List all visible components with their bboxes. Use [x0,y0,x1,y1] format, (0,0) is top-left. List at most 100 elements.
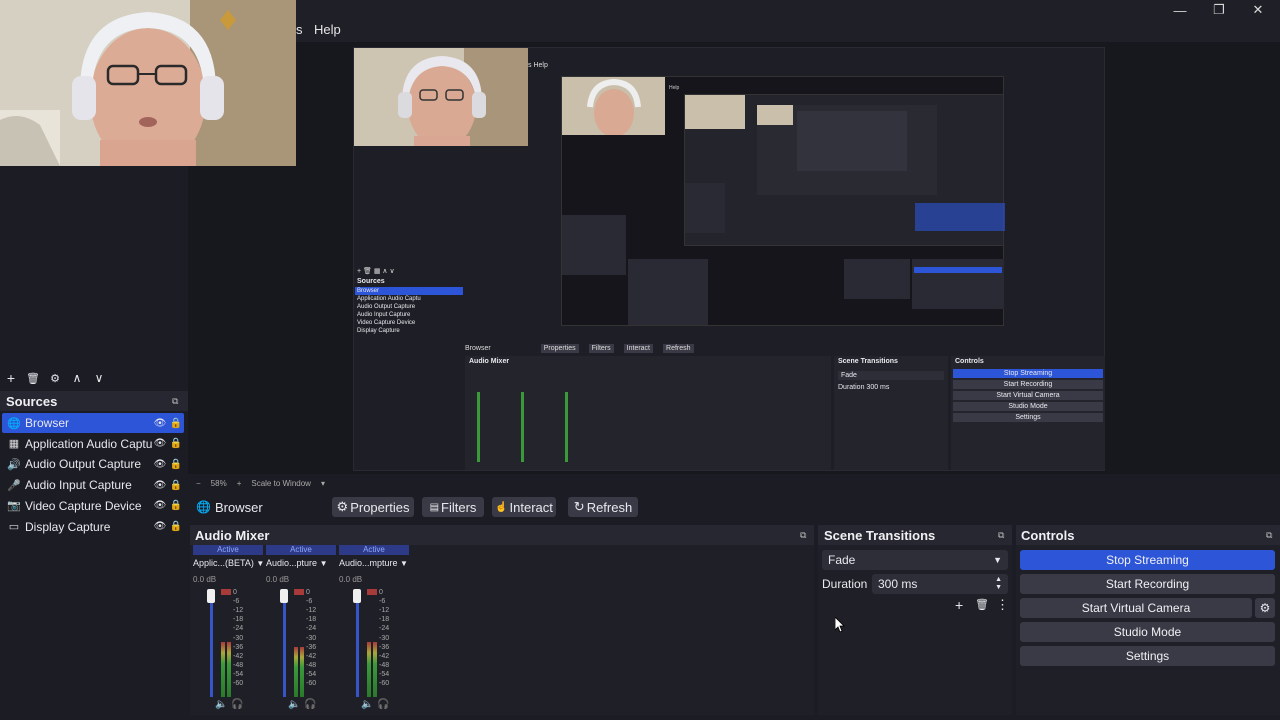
move-source-down-button[interactable]: ∨ [88,371,110,385]
lock-icon[interactable]: 🔒 [168,521,184,532]
move-source-up-button[interactable]: ∧ [66,371,88,385]
remove-source-button[interactable]: 🗑 [22,372,44,385]
mixer-scale-tick: -36 [233,643,244,651]
source-item-5[interactable]: ▭ Display Capture 👁 🔒 [2,517,184,537]
source-item-0[interactable]: 🌐 Browser 👁 🔒 [2,413,184,433]
transition-menu-icon[interactable]: ⋮ [996,597,1009,613]
speaker-icon[interactable]: 🔈 [288,699,300,710]
scene-transitions-body [818,545,1012,715]
lock-icon[interactable]: 🔒 [168,438,184,449]
level-meter-left [221,642,225,697]
mixer-scale-tick: -6 [306,598,313,606]
remove-transition-button[interactable]: 🗑 [975,598,989,611]
stop-streaming-button[interactable]: Stop Streaming [1020,550,1275,570]
volume-slider-handle[interactable] [280,589,288,603]
speaker-icon[interactable]: 🔈 [361,699,373,710]
maximize-button[interactable]: ❐ [1199,0,1239,20]
channel-name[interactable]: Applic...(BETA) ▼ [193,558,265,568]
source-item-3[interactable]: 🎤 Audio Input Capture 👁 🔒 [2,475,184,495]
eye-icon[interactable]: 👁 [152,459,168,470]
interact-button[interactable]: ☝ Interact [492,497,556,517]
nested-scene-transitions-title: Scene Transitions [838,358,898,365]
start-recording-button[interactable]: Start Recording [1020,574,1275,594]
peak-indicator [367,589,377,595]
volume-slider-track[interactable] [210,589,213,697]
scale-dropdown[interactable]: Scale to Window [251,479,311,488]
add-source-button[interactable]: + [0,370,22,386]
sources-undock-icon[interactable]: ⧉ [172,396,178,407]
level-meter-left [367,642,371,697]
source-item-2[interactable]: 🔊 Audio Output Capture 👁 🔒 [2,454,184,474]
nested-audio-mixer: Audio Mixer [465,356,831,470]
source-properties-button[interactable]: ⚙ [44,372,66,385]
monitor-icon: ▭ [8,521,20,533]
minimize-button[interactable]: — [1160,0,1200,20]
headphones-icon[interactable]: 🎧 [231,699,243,710]
nested-webcam-image [354,48,528,146]
peak-indicator [294,589,304,595]
properties-label: Properties [350,499,410,515]
mixer-scale-tick: -24 [306,625,317,633]
mouse-cursor-icon [834,616,845,636]
duration-spinbox[interactable]: 300 ms ▲ ▼ [872,574,1008,594]
mixer-scale-tick: -48 [233,661,244,669]
mixer-scale-tick: -30 [379,634,390,642]
headphones-icon[interactable]: 🎧 [304,699,316,710]
audio-mixer-title: Audio Mixer [195,528,270,543]
menu-item-partial[interactable]: s [296,22,303,37]
add-transition-button[interactable]: + [955,597,963,613]
zoom-in-button[interactable]: + [237,479,242,488]
lock-icon[interactable]: 🔒 [168,480,184,491]
mixer-scale-tick: -54 [233,670,244,678]
lock-icon[interactable]: 🔒 [168,418,184,429]
volume-slider-handle[interactable] [207,589,215,603]
zoom-out-button[interactable]: − [196,479,201,488]
source-item-label: Display Capture [25,519,111,534]
spinbox-arrows-icon[interactable]: ▲ ▼ [995,576,1002,592]
refresh-button[interactable]: ↻ Refresh [568,497,638,517]
peak-indicator [221,589,231,595]
lock-icon[interactable]: 🔒 [168,500,184,511]
volume-slider-handle[interactable] [353,589,361,603]
scale-dropdown-arrow-icon[interactable]: ▾ [321,479,325,488]
source-item-1[interactable]: ▦ Application Audio Captu 👁 🔒 [2,434,184,454]
channel-db: 0.0 dB [193,575,217,584]
nested-settings: Settings [953,413,1103,422]
chevron-down-icon: ▼ [400,559,408,568]
speaker-icon[interactable]: 🔈 [215,699,227,710]
start-virtual-camera-button[interactable]: Start Virtual Camera [1020,598,1252,618]
nested-source-item: Display Capture [357,328,400,334]
channel-name[interactable]: Audio...pture ▼ [266,558,338,568]
globe-icon: 🌐 [7,417,21,430]
app-audio-icon: ▦ [8,438,20,451]
volume-slider-track[interactable] [356,589,359,697]
eye-icon[interactable]: 👁 [152,438,168,449]
headphones-icon[interactable]: 🎧 [377,699,389,710]
mixer-scale-tick: -36 [306,643,317,651]
eye-icon[interactable]: 👁 [152,418,168,429]
properties-button[interactable]: ⚙ Properties [332,497,414,517]
eye-icon[interactable]: 👁 [152,480,168,491]
eye-icon[interactable]: 👁 [152,500,168,511]
volume-slider-track[interactable] [283,589,286,697]
transition-select[interactable]: Fade ▼ [822,550,1008,570]
close-button[interactable]: ✕ [1238,0,1278,20]
channel-status: Active [339,545,409,555]
settings-button[interactable]: Settings [1020,646,1275,666]
channel-name[interactable]: Audio...mpture ▼ [339,558,411,568]
audio-mixer-undock-icon[interactable]: ⧉ [800,530,806,541]
studio-mode-button[interactable]: Studio Mode [1020,622,1275,642]
mixer-scale-tick: -30 [233,634,244,642]
source-item-4[interactable]: 📷 Video Capture Device 👁 🔒 [2,496,184,516]
channel-name-label: Audio...mpture [339,558,398,568]
nested-scene-transitions: Scene Transitions Fade Duration 300 ms [834,356,948,470]
filters-button[interactable]: ▤ Filters [422,497,484,517]
menu-item-help[interactable]: Help [314,22,341,37]
lock-icon[interactable]: 🔒 [168,459,184,470]
scene-transitions-undock-icon[interactable]: ⧉ [998,530,1004,541]
nested-source-item: Video Capture Device [357,320,416,326]
controls-undock-icon[interactable]: ⧉ [1266,530,1272,541]
nested-sources-panel: + 🗑 ▦ ∧ ∨ Sources Browser Application Aud… [355,266,463,366]
eye-icon[interactable]: 👁 [152,521,168,532]
virtual-camera-settings-button[interactable]: ⚙ [1255,598,1275,618]
